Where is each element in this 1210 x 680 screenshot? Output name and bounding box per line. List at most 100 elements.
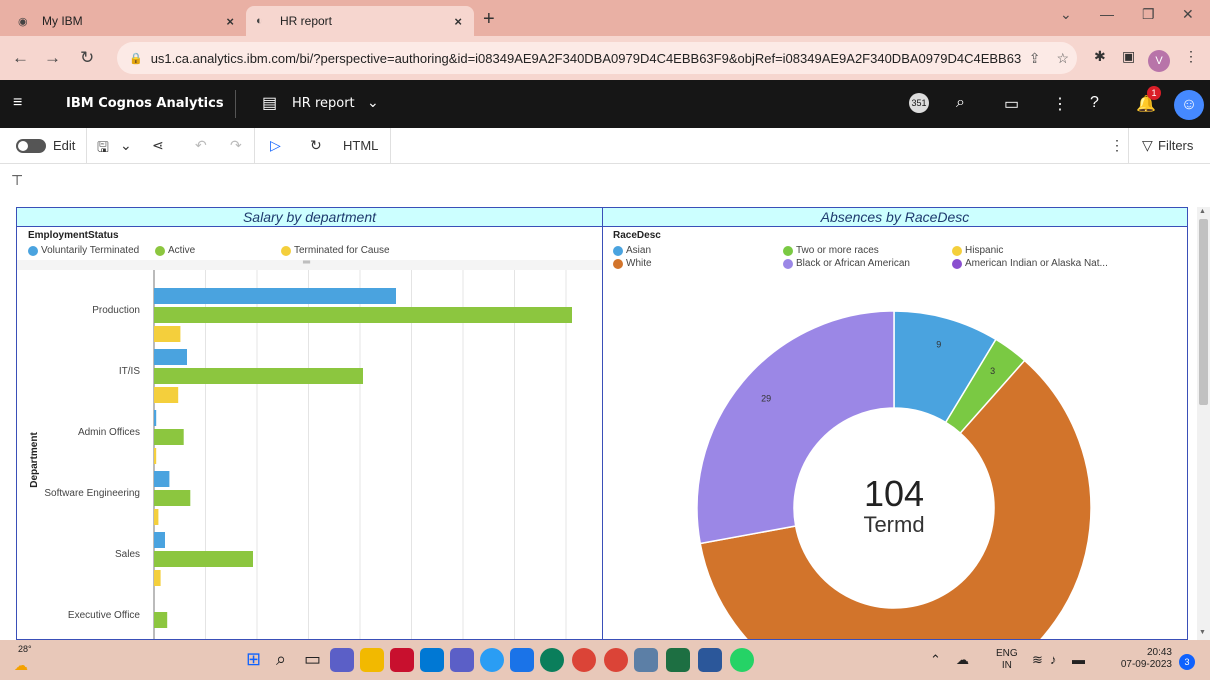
chrome-icon[interactable] (572, 648, 596, 672)
weather-temp[interactable]: 28° (18, 644, 32, 654)
clock[interactable]: 20:43 07-09-2023 (1108, 647, 1172, 671)
file-explorer-icon[interactable] (360, 648, 384, 672)
chrome-profile-icon[interactable] (604, 648, 628, 672)
url-field[interactable]: 🔒 us1.ca.analytics.ibm.com/bi/?perspecti… (117, 42, 1077, 74)
redo-icon[interactable]: ↷ (230, 137, 242, 154)
close-tab-icon[interactable]: × (454, 14, 462, 29)
volume-icon[interactable]: ♪ (1050, 652, 1057, 667)
legend-item[interactable]: Terminated for Cause (281, 245, 390, 256)
chevron-up-icon[interactable]: ⌃ (930, 652, 941, 668)
legend-item[interactable]: Black or African American (783, 258, 910, 269)
tab-search-icon[interactable]: ⌄ (1060, 6, 1072, 23)
ibm-logo-icon: ◉ (18, 15, 28, 28)
search-icon[interactable]: ⌕ (956, 94, 965, 112)
side-panel-icon[interactable]: ▣ (1122, 48, 1135, 65)
bar-terminated-for-cause[interactable] (154, 570, 161, 586)
legend-item[interactable]: Active (155, 245, 195, 256)
bar-terminated-for-cause[interactable] (154, 326, 181, 342)
excel-icon[interactable] (666, 648, 690, 672)
legend-item[interactable]: Two or more races (783, 245, 879, 256)
bar-voluntarily-terminated[interactable] (154, 349, 187, 365)
bar-active[interactable] (154, 429, 184, 445)
bar-active[interactable] (154, 612, 168, 628)
more-options-icon[interactable]: ⋮ (1052, 94, 1068, 114)
task-view-icon[interactable]: ▭ (304, 649, 321, 670)
snipping-tool-icon[interactable] (634, 648, 658, 672)
edge-browser-icon[interactable] (540, 648, 564, 672)
battery-icon[interactable]: ▬ (1072, 652, 1085, 667)
scroll-up-icon[interactable]: ▲ (1199, 208, 1206, 215)
onedrive-icon[interactable]: ☁ (956, 652, 969, 668)
loaded-count-badge[interactable]: 351 (909, 93, 929, 113)
legend-item[interactable]: American Indian or Alaska Nat... (952, 258, 1108, 269)
drag-handle-icon[interactable]: ═ (303, 257, 310, 268)
profile-avatar[interactable]: V (1148, 50, 1170, 72)
help-icon[interactable]: ? (1090, 94, 1099, 112)
chat-icon[interactable] (330, 648, 354, 672)
store-icon[interactable] (420, 648, 444, 672)
legend-item[interactable]: Hispanic (952, 245, 1003, 256)
forward-icon[interactable]: → (44, 48, 61, 68)
bar-voluntarily-terminated[interactable] (154, 532, 165, 548)
legend-item[interactable]: Voluntarily Terminated (28, 245, 139, 256)
legend-item[interactable]: Asian (613, 245, 651, 256)
scroll-down-icon[interactable]: ▼ (1199, 629, 1206, 636)
legend-item[interactable]: White (613, 258, 652, 269)
search-icon[interactable]: ⌕ (276, 649, 286, 670)
wifi-icon[interactable]: ≋ (1032, 652, 1043, 668)
bar-active[interactable] (154, 490, 191, 506)
word-icon[interactable] (698, 648, 722, 672)
filters-button[interactable]: Filters (1158, 138, 1193, 153)
bar-terminated-for-cause[interactable] (154, 509, 159, 525)
bookmark-star-icon[interactable]: ☆ (1056, 50, 1069, 67)
close-tab-icon[interactable]: × (226, 14, 234, 29)
share-icon[interactable]: ⋖ (152, 137, 164, 154)
comment-icon[interactable]: ▭ (1004, 94, 1019, 114)
bar-terminated-for-cause[interactable] (154, 448, 157, 464)
scroll-thumb[interactable] (1199, 219, 1208, 405)
minimize-icon[interactable]: — (1100, 6, 1114, 22)
undo-icon[interactable]: ↶ (195, 137, 207, 154)
back-icon[interactable]: ← (12, 48, 29, 68)
new-tab-button[interactable]: + (483, 8, 495, 31)
weather-icon[interactable]: ☁ (14, 657, 28, 674)
report-name[interactable]: HR report (292, 96, 355, 111)
tab-hr-report[interactable]: ◐ HR report × (246, 6, 474, 36)
bar-voluntarily-terminated[interactable] (154, 288, 396, 304)
start-icon[interactable]: ⊞ (246, 649, 261, 670)
reload-icon[interactable]: ↻ (80, 48, 94, 68)
filter-icon[interactable]: ▽ (1142, 137, 1153, 154)
bar-active[interactable] (154, 307, 572, 323)
tab-my-ibm[interactable]: ◉ My IBM × (8, 6, 246, 36)
notification-center-badge[interactable]: 3 (1179, 654, 1195, 670)
close-window-icon[interactable]: ✕ (1182, 6, 1194, 23)
chevron-down-icon[interactable]: ⌄ (367, 94, 379, 111)
whatsapp-icon[interactable] (730, 648, 754, 672)
share-icon[interactable]: ⇪ (1029, 50, 1041, 67)
pin-icon[interactable]: ⊤ (11, 172, 23, 189)
bar-terminated-for-cause[interactable] (154, 387, 179, 403)
hamburger-menu-icon[interactable]: ≡ (13, 94, 22, 112)
more-options-icon[interactable]: ⋮ (1110, 137, 1124, 154)
restore-icon[interactable]: ❐ (1142, 6, 1155, 23)
bar-voluntarily-terminated[interactable] (154, 471, 170, 487)
vertical-scrollbar[interactable]: ▲ ▼ (1197, 207, 1210, 640)
run-icon[interactable]: ▷ (270, 137, 281, 154)
legend-resize-bar[interactable]: ═ (17, 257, 602, 270)
edit-toggle[interactable] (16, 139, 46, 153)
html-format-button[interactable]: HTML (343, 138, 378, 153)
chevron-down-icon[interactable]: ⌄ (120, 137, 132, 154)
myjio-icon[interactable] (510, 648, 534, 672)
edge-icon[interactable] (480, 648, 504, 672)
mcafee-icon[interactable] (390, 648, 414, 672)
user-avatar-icon[interactable]: ☺ (1174, 90, 1204, 120)
browser-menu-icon[interactable]: ⋮ (1184, 48, 1198, 65)
save-icon[interactable]: 🖫 (97, 137, 109, 161)
bar-active[interactable] (154, 551, 253, 567)
bar-voluntarily-terminated[interactable] (154, 410, 157, 426)
language-indicator[interactable]: ENG IN (996, 648, 1018, 672)
teams-icon[interactable] (450, 648, 474, 672)
bar-active[interactable] (154, 368, 363, 384)
refresh-icon[interactable]: ↻ (310, 137, 322, 154)
extensions-icon[interactable]: ✱ (1094, 48, 1106, 65)
